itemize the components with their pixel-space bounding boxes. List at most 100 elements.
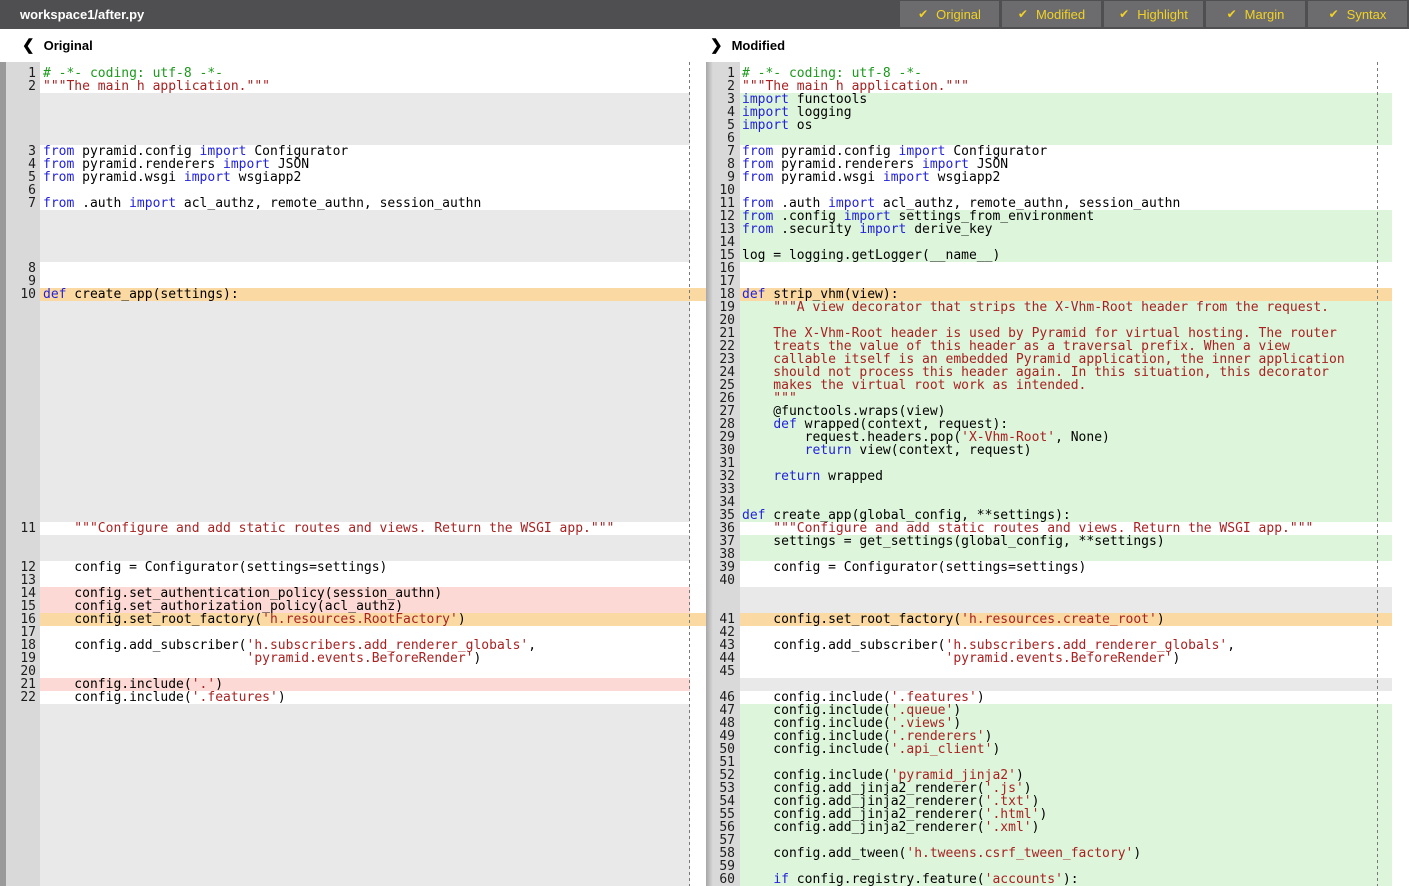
right-code-line[interactable] (740, 314, 1392, 327)
left-code-line[interactable] (40, 418, 690, 431)
left-code-line[interactable] (40, 93, 690, 106)
left-code-line[interactable] (40, 795, 690, 808)
left-code-line[interactable] (40, 223, 690, 236)
left-code-line[interactable] (40, 574, 690, 587)
left-code-line[interactable]: config.include('.features') (40, 691, 690, 704)
right-code-line[interactable] (740, 678, 1392, 691)
left-code-line[interactable] (40, 873, 690, 886)
left-code-line[interactable] (40, 392, 690, 405)
right-code-line[interactable]: config.include('.renderers') (740, 730, 1392, 743)
right-code-line[interactable]: """ (740, 392, 1392, 405)
left-code-line[interactable]: config.set_root_factory('h.resources.Roo… (40, 613, 690, 626)
left-code-line[interactable] (40, 119, 690, 132)
left-code-line[interactable]: from pyramid.wsgi import wsgiapp2 (40, 171, 690, 184)
left-code-line[interactable] (40, 782, 690, 795)
left-code-line[interactable] (40, 548, 690, 561)
left-code-line[interactable]: from pyramid.config import Configurator (40, 145, 690, 158)
left-code-line[interactable] (40, 483, 690, 496)
right-code-line[interactable]: config.set_root_factory('h.resources.cre… (740, 613, 1392, 626)
left-code-line[interactable] (40, 132, 690, 145)
left-code-line[interactable] (40, 366, 690, 379)
right-code-line[interactable]: settings = get_settings(global_config, *… (740, 535, 1392, 548)
left-code-line[interactable] (40, 704, 690, 717)
left-code-line[interactable] (40, 821, 690, 834)
left-code-line[interactable] (40, 509, 690, 522)
right-code-line[interactable] (740, 275, 1392, 288)
toggle-highlight-button[interactable]: ✔Highlight (1104, 1, 1203, 27)
right-code-line[interactable]: config.include('.api_client') (740, 743, 1392, 756)
left-code-line[interactable] (40, 626, 690, 639)
left-code-line[interactable] (40, 210, 690, 223)
right-code-line[interactable]: return wrapped (740, 470, 1392, 483)
right-code-line[interactable] (740, 496, 1392, 509)
right-code-line[interactable]: from .auth import acl_authz, remote_auth… (740, 197, 1392, 210)
toggle-original-button[interactable]: ✔Original (900, 1, 999, 27)
right-code-line[interactable] (740, 587, 1392, 600)
right-code-line[interactable]: return view(context, request) (740, 444, 1392, 457)
right-code-line[interactable]: if config.registry.feature('accounts'): (740, 873, 1392, 886)
right-code-line[interactable] (740, 262, 1392, 275)
right-code-line[interactable] (740, 860, 1392, 873)
left-code-line[interactable]: """The main h application.""" (40, 80, 690, 93)
left-code-line[interactable] (40, 717, 690, 730)
left-code-line[interactable] (40, 457, 690, 470)
right-code-line[interactable]: def create_app(global_config, **settings… (740, 509, 1392, 522)
right-code-line[interactable]: import os (740, 119, 1392, 132)
right-code-line[interactable]: """A view decorator that strips the X-Vh… (740, 301, 1392, 314)
right-code-line[interactable]: from .security import derive_key (740, 223, 1392, 236)
right-code-line[interactable]: config.add_jinja2_renderer('.txt') (740, 795, 1392, 808)
right-code-line[interactable]: def wrapped(context, request): (740, 418, 1392, 431)
left-code-line[interactable] (40, 769, 690, 782)
right-code-line[interactable]: should not process this header again. In… (740, 366, 1392, 379)
left-code-line[interactable]: config = Configurator(settings=settings) (40, 561, 690, 574)
left-code-line[interactable] (40, 808, 690, 821)
right-code-line[interactable] (740, 132, 1392, 145)
right-code-line[interactable]: # -*- coding: utf-8 -*- (740, 67, 1392, 80)
right-code-line[interactable] (740, 184, 1392, 197)
left-code-line[interactable]: config.set_authentication_policy(session… (40, 587, 690, 600)
toggle-modified-button[interactable]: ✔Modified (1002, 1, 1101, 27)
left-code-line[interactable] (40, 314, 690, 327)
left-code-line[interactable] (40, 847, 690, 860)
left-code-line[interactable] (40, 756, 690, 769)
right-code-line[interactable]: config.include('.queue') (740, 704, 1392, 717)
right-code-line[interactable]: from .config import settings_from_enviro… (740, 210, 1392, 223)
right-code-line[interactable]: config.add_jinja2_renderer('.xml') (740, 821, 1392, 834)
left-code-line[interactable] (40, 860, 690, 873)
left-code-line[interactable] (40, 262, 690, 275)
left-code-line[interactable] (40, 236, 690, 249)
left-code-line[interactable]: def create_app(settings): (40, 288, 690, 301)
right-code-line[interactable] (740, 548, 1392, 561)
left-code-line[interactable] (40, 353, 690, 366)
left-code-line[interactable] (40, 730, 690, 743)
left-code-line[interactable]: config.include('.') (40, 678, 690, 691)
left-code-line[interactable] (40, 327, 690, 340)
right-code-line[interactable]: @functools.wraps(view) (740, 405, 1392, 418)
toggle-syntax-button[interactable]: ✔Syntax (1308, 1, 1407, 27)
right-code-line[interactable]: request.headers.pop('X-Vhm-Root', None) (740, 431, 1392, 444)
right-code-line[interactable] (740, 834, 1392, 847)
right-code-line[interactable]: def strip_vhm(view): (740, 288, 1392, 301)
left-code-line[interactable] (40, 444, 690, 457)
right-code-line[interactable] (740, 483, 1392, 496)
toggle-margin-button[interactable]: ✔Margin (1206, 1, 1305, 27)
right-code-line[interactable]: config = Configurator(settings=settings) (740, 561, 1392, 574)
left-code-line[interactable]: config.set_authorization_policy(acl_auth… (40, 600, 690, 613)
right-code-line[interactable]: config.include('pyramid_jinja2') (740, 769, 1392, 782)
right-code-line[interactable]: log = logging.getLogger(__name__) (740, 249, 1392, 262)
left-code-line[interactable]: from pyramid.renderers import JSON (40, 158, 690, 171)
right-code-line[interactable] (740, 665, 1392, 678)
left-code-line[interactable]: 'pyramid.events.BeforeRender') (40, 652, 690, 665)
left-code-line[interactable] (40, 470, 690, 483)
left-code-line[interactable]: # -*- coding: utf-8 -*- (40, 67, 690, 80)
left-code-line[interactable] (40, 496, 690, 509)
left-code-line[interactable]: config.add_subscriber('h.subscribers.add… (40, 639, 690, 652)
left-code-line[interactable] (40, 834, 690, 847)
right-code-line[interactable]: config.add_tween('h.tweens.csrf_tween_fa… (740, 847, 1392, 860)
right-code-line[interactable] (740, 236, 1392, 249)
left-code-line[interactable] (40, 379, 690, 392)
right-code-line[interactable]: import functools (740, 93, 1392, 106)
right-code-line[interactable] (740, 600, 1392, 613)
right-code-line[interactable]: config.include('.features') (740, 691, 1392, 704)
right-code-line[interactable]: The X-Vhm-Root header is used by Pyramid… (740, 327, 1392, 340)
